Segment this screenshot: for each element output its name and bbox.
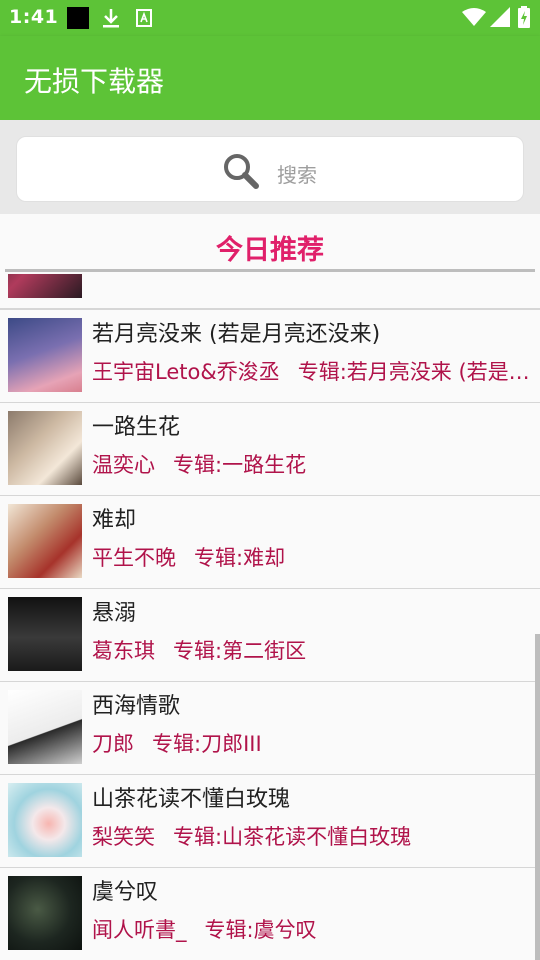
accessibility-icon [136,9,152,31]
song-title: 山茶花读不懂白玫瑰 [92,787,291,812]
song-meta: 温奕心 专辑:一路生花 [92,449,532,479]
song-title: 西海情歌 [92,694,181,719]
song-row[interactable]: 一路生花 温奕心 专辑:一路生花 [0,403,540,497]
album-cover [8,783,82,857]
song-row[interactable]: 悬溺 葛东琪 专辑:第二街区 [0,589,540,683]
song-meta: 梨笑笑 专辑:山茶花读不懂白玫瑰 [92,821,532,851]
song-row[interactable] [0,274,540,310]
song-row[interactable]: 西海情歌 刀郎 专辑:刀郎III [0,682,540,776]
album-cover [8,876,82,950]
search-placeholder: 搜索 [277,163,317,187]
album-cover [8,690,82,764]
section-divider [5,269,535,272]
app-title: 无损下载器 [24,65,165,98]
song-meta: 王宇宙Leto&乔浚丞专辑:若月亮没来 (若是月亮还没来) [92,356,532,386]
list-scrollbar[interactable] [535,634,540,960]
song-album: 专辑:一路生花 [173,453,307,477]
song-meta: 平生不晚 专辑:难却 [92,542,532,572]
song-album: 专辑:第二街区 [173,639,307,663]
song-artist: 温奕心 [92,453,155,477]
album-cover [8,597,82,671]
search-icon [222,152,260,194]
song-album: 专辑:刀郎III [152,732,262,756]
song-title: 若月亮没来 (若是月亮还没来) [92,322,381,347]
song-album: 专辑:虞兮叹 [204,918,317,942]
song-title: 虞兮叹 [92,880,159,905]
song-row[interactable]: 山茶花读不懂白玫瑰 梨笑笑 专辑:山茶花读不懂白玫瑰 [0,775,540,869]
song-meta: 葛东琪 专辑:第二街区 [92,635,532,665]
song-row[interactable]: 难却 平生不晚 专辑:难却 [0,496,540,590]
song-artist: 刀郎 [92,732,134,756]
battery-icon [518,6,530,32]
song-title: 一路生花 [92,415,181,440]
song-row[interactable]: 若月亮没来 (若是月亮还没来) 王宇宙Leto&乔浚丞 专辑:若月亮没来 (若是月… [0,310,540,404]
song-list[interactable]: 若月亮没来 (若是月亮还没来) 王宇宙Leto&乔浚丞 专辑:若月亮没来 (若是月… [0,274,540,960]
song-meta: 刀郎 专辑:刀郎III [92,728,532,758]
search-input[interactable]: 搜索 [16,136,524,202]
download-icon [102,8,120,32]
song-meta: 闻人听書_ 专辑:虞兮叹 [92,914,532,944]
section-header: 今日推荐 [0,214,540,274]
song-album: 专辑:山茶花读不懂白玫瑰 [173,825,412,849]
signal-icon [490,7,510,31]
song-artist: 王宇宙Leto&乔浚丞 [92,360,280,384]
app-icon [67,7,89,33]
song-row[interactable]: 虞兮叹 闻人听書_ 专辑:虞兮叹 [0,868,540,960]
album-cover [8,411,82,485]
album-cover [8,504,82,578]
section-title: 今日推荐 [216,235,324,266]
album-cover [8,274,82,298]
app-bar: 无损下载器 [0,36,540,120]
song-artist: 平生不晚 [92,546,176,570]
song-album: 专辑:难却 [194,546,286,570]
song-meta [92,274,532,286]
song-artist: 梨笑笑 [92,825,155,849]
album-cover [8,318,82,392]
song-artist: 葛东琪 [92,639,155,663]
status-bar: 1:41 [0,0,540,36]
song-album: 专辑:若月亮没来 (若是月亮还没来) [297,360,532,384]
song-artist: 闻人听書_ [92,918,187,942]
song-title: 悬溺 [92,601,137,626]
song-title: 难却 [92,508,137,533]
status-time: 1:41 [9,6,59,28]
wifi-icon [462,7,486,31]
search-area: 搜索 [0,120,540,214]
